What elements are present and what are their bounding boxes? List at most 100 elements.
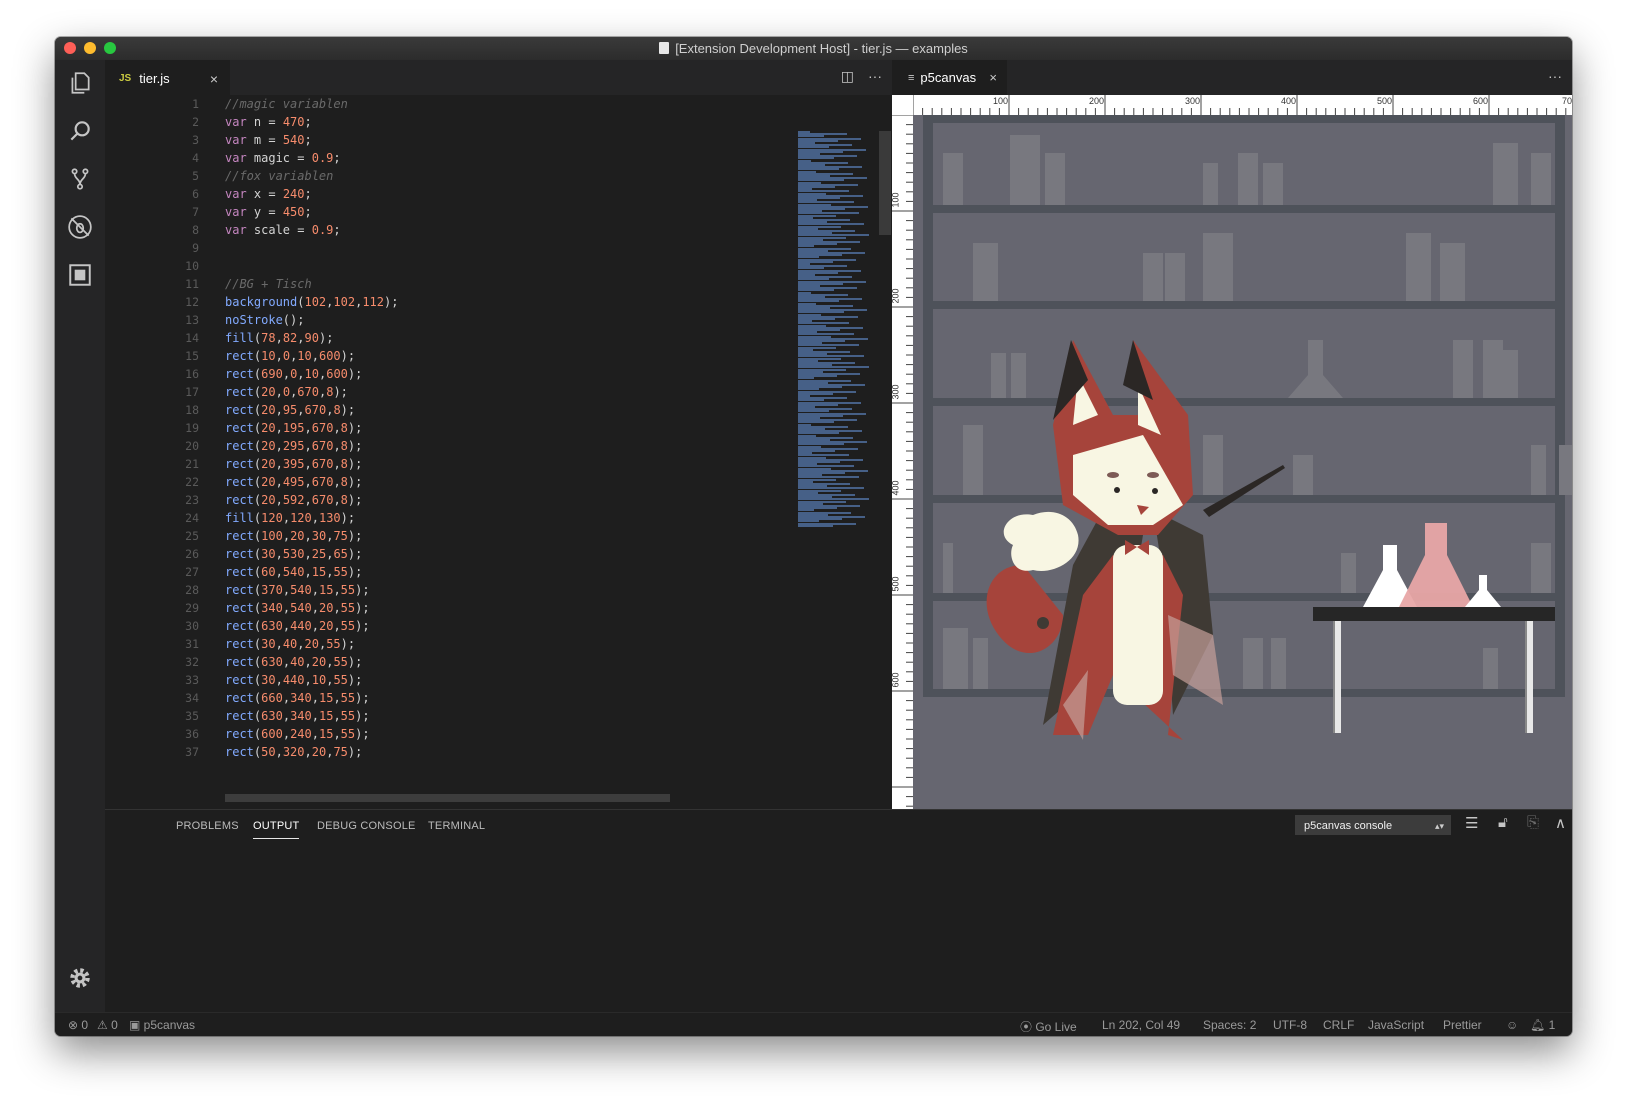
- code-line[interactable]: noStroke();: [225, 311, 304, 329]
- search-icon[interactable]: [55, 108, 105, 154]
- close-tab-icon[interactable]: ×: [210, 71, 218, 87]
- ruler-label: 400: [1281, 96, 1297, 106]
- ruler-label: 200: [892, 288, 901, 304]
- close-tab-icon[interactable]: ×: [989, 70, 997, 85]
- more-actions-icon[interactable]: ···: [868, 68, 882, 85]
- encoding[interactable]: UTF-8: [1273, 1018, 1307, 1032]
- copy-icon[interactable]: ⎘: [1527, 814, 1539, 831]
- code-line[interactable]: rect(20,395,670,8);: [225, 455, 362, 473]
- line-ending[interactable]: CRLF: [1323, 1018, 1354, 1032]
- code-line[interactable]: //magic variablen: [225, 95, 348, 113]
- tab-tier-js[interactable]: JS tier.js ×: [105, 60, 230, 96]
- clear-output-icon[interactable]: ☰: [1465, 814, 1478, 832]
- editor-tab-bar: JS tier.js × ◫ ···: [105, 60, 892, 96]
- code-line[interactable]: rect(30,530,25,65);: [225, 545, 362, 563]
- language-mode[interactable]: JavaScript: [1368, 1018, 1424, 1032]
- source-control-icon[interactable]: [55, 156, 105, 202]
- code-line[interactable]: rect(20,592,670,8);: [225, 491, 362, 509]
- ruler-label: 70: [1562, 96, 1572, 106]
- maximize-panel-icon[interactable]: ∧: [1555, 814, 1566, 832]
- split-editor-icon[interactable]: ◫: [841, 68, 854, 85]
- horizontal-scrollbar[interactable]: [225, 794, 670, 802]
- code-editor[interactable]: //magic variablen var n = 470; var m = 540…: [225, 95, 795, 805]
- indentation[interactable]: Spaces: 2: [1203, 1018, 1256, 1032]
- line-number: 11: [185, 277, 199, 291]
- code-line[interactable]: rect(50,320,20,75);: [225, 743, 362, 761]
- code-line[interactable]: var m = 540;: [225, 131, 312, 149]
- code-line[interactable]: rect(20,295,670,8);: [225, 437, 362, 455]
- output-channel-select[interactable]: p5canvas console ▴▾: [1295, 815, 1451, 835]
- feedback-icon[interactable]: ☺: [1506, 1018, 1518, 1032]
- tab-debug-console[interactable]: DEBUG CONSOLE: [317, 820, 416, 832]
- tab-problems[interactable]: PROBLEMS: [176, 820, 239, 832]
- errors-count: 0: [81, 1018, 89, 1032]
- code-line[interactable]: var magic = 0.9;: [225, 149, 341, 167]
- code-line[interactable]: rect(20,0,670,8);: [225, 383, 348, 401]
- code-line[interactable]: //fox variablen: [225, 167, 333, 185]
- p5canvas-status[interactable]: ▣ p5canvas: [129, 1018, 195, 1032]
- warnings-indicator[interactable]: ⚠ 0: [97, 1018, 118, 1032]
- code-line[interactable]: rect(660,340,15,55);: [225, 689, 370, 707]
- code-line[interactable]: rect(20,195,670,8);: [225, 419, 362, 437]
- line-number: 17: [185, 385, 199, 399]
- tab-output[interactable]: OUTPUT: [253, 820, 300, 839]
- cursor-position[interactable]: Ln 202, Col 49: [1102, 1018, 1180, 1032]
- formatter[interactable]: Prettier: [1443, 1018, 1482, 1032]
- ruler-label: 300: [892, 384, 901, 400]
- lock-icon[interactable]: 🔓︎: [1498, 814, 1508, 831]
- line-number: 37: [185, 745, 199, 759]
- line-number: 24: [185, 511, 199, 525]
- document-icon: [659, 42, 670, 54]
- code-line[interactable]: rect(100,20,30,75);: [225, 527, 362, 545]
- errors-indicator[interactable]: ⊗ 0: [68, 1018, 88, 1032]
- ruler-corner: [892, 95, 913, 115]
- tab-terminal[interactable]: TERMINAL: [428, 820, 485, 832]
- code-line[interactable]: rect(370,540,15,55);: [225, 581, 370, 599]
- fox-illustration: [913, 115, 1572, 809]
- line-number: 33: [185, 673, 199, 687]
- gear-icon[interactable]: [55, 955, 105, 1001]
- code-line[interactable]: rect(600,240,15,55);: [225, 725, 370, 743]
- minimap[interactable]: [798, 131, 878, 541]
- line-number: 18: [185, 403, 199, 417]
- notifications-bell-icon[interactable]: 🔔︎ 1: [1530, 1018, 1555, 1032]
- line-number: 3: [192, 133, 199, 147]
- code-line[interactable]: rect(630,440,20,55);: [225, 617, 370, 635]
- code-line[interactable]: rect(340,540,20,55);: [225, 599, 370, 617]
- ruler-left: 100 200 300 400 500 600: [892, 115, 913, 809]
- extensions-icon[interactable]: [55, 252, 105, 298]
- code-line[interactable]: rect(20,495,670,8);: [225, 473, 362, 491]
- tab-p5canvas[interactable]: ≡ p5canvas ×: [892, 60, 1007, 95]
- ruler-top: 100 200 300 400 500 600 70: [913, 95, 1572, 115]
- ruler-label: 600: [1473, 96, 1489, 106]
- line-number: 7: [192, 205, 199, 219]
- more-actions-icon[interactable]: ···: [1548, 68, 1562, 84]
- code-line[interactable]: rect(630,340,15,55);: [225, 707, 370, 725]
- output-channel-value: p5canvas console: [1304, 820, 1393, 832]
- status-bar: ⊗ 0 ⚠ 0 ▣ p5canvas ⦿ Go Live Ln 202, Col…: [55, 1012, 1572, 1036]
- code-line[interactable]: rect(60,540,15,55);: [225, 563, 362, 581]
- code-line[interactable]: fill(120,120,130);: [225, 509, 355, 527]
- code-line[interactable]: var x = 240;: [225, 185, 312, 203]
- files-icon[interactable]: [55, 60, 105, 106]
- code-line[interactable]: var scale = 0.9;: [225, 221, 341, 239]
- javascript-file-icon: JS: [119, 73, 132, 84]
- go-live-button[interactable]: ⦿ Go Live: [1020, 1018, 1077, 1035]
- ruler-label: 400: [892, 480, 901, 496]
- code-line[interactable]: rect(20,95,670,8);: [225, 401, 355, 419]
- code-line[interactable]: rect(630,40,20,55);: [225, 653, 362, 671]
- code-line[interactable]: rect(30,440,10,55);: [225, 671, 362, 689]
- line-number: 22: [185, 475, 199, 489]
- code-line[interactable]: rect(10,0,10,600);: [225, 347, 355, 365]
- code-line[interactable]: fill(78,82,90);: [225, 329, 333, 347]
- vertical-scrollbar[interactable]: [879, 131, 891, 235]
- p5-canvas-preview[interactable]: [913, 115, 1572, 809]
- code-line[interactable]: var y = 450;: [225, 203, 312, 221]
- code-line[interactable]: rect(690,0,10,600);: [225, 365, 362, 383]
- ruler-label: 200: [1089, 96, 1105, 106]
- code-line[interactable]: //BG + Tisch: [225, 275, 312, 293]
- code-line[interactable]: var n = 470;: [225, 113, 312, 131]
- code-line[interactable]: rect(30,40,20,55);: [225, 635, 355, 653]
- debug-icon[interactable]: [55, 204, 105, 250]
- code-line[interactable]: background(102,102,112);: [225, 293, 398, 311]
